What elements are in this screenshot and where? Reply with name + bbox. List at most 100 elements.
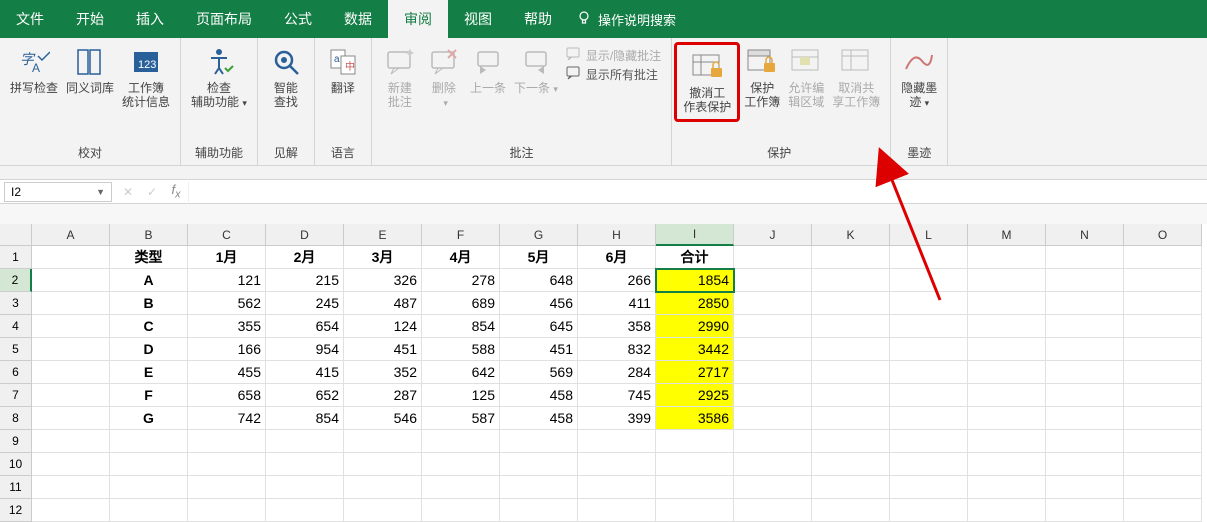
column-header-E[interactable]: E <box>344 224 422 246</box>
cell-F1[interactable]: 4月 <box>422 246 500 269</box>
cell-J2[interactable] <box>734 269 812 292</box>
tell-me-search[interactable]: 操作说明搜索 <box>576 10 676 29</box>
cell-I4[interactable]: 2990 <box>656 315 734 338</box>
cell-N2[interactable] <box>1046 269 1124 292</box>
cell-K4[interactable] <box>812 315 890 338</box>
cell-I8[interactable]: 3586 <box>656 407 734 430</box>
cell-C7[interactable]: 658 <box>188 384 266 407</box>
column-header-O[interactable]: O <box>1124 224 1202 246</box>
cell-N11[interactable] <box>1046 476 1124 499</box>
cell-K10[interactable] <box>812 453 890 476</box>
cell-A3[interactable] <box>32 292 110 315</box>
cell-L8[interactable] <box>890 407 968 430</box>
cell-H11[interactable] <box>578 476 656 499</box>
cell-E5[interactable]: 451 <box>344 338 422 361</box>
cell-B3[interactable]: B <box>110 292 188 315</box>
row-header-9[interactable]: 9 <box>0 430 32 453</box>
cell-F3[interactable]: 689 <box>422 292 500 315</box>
cell-E8[interactable]: 546 <box>344 407 422 430</box>
column-header-J[interactable]: J <box>734 224 812 246</box>
tab-file[interactable]: 文件 <box>0 0 60 38</box>
cell-D12[interactable] <box>266 499 344 522</box>
cell-D11[interactable] <box>266 476 344 499</box>
cell-B1[interactable]: 类型 <box>110 246 188 269</box>
column-header-H[interactable]: H <box>578 224 656 246</box>
cell-K2[interactable] <box>812 269 890 292</box>
cell-B5[interactable]: D <box>110 338 188 361</box>
cell-C12[interactable] <box>188 499 266 522</box>
cell-L4[interactable] <box>890 315 968 338</box>
protect-workbook-button[interactable]: 保护工作簿 <box>740 42 784 112</box>
cell-M9[interactable] <box>968 430 1046 453</box>
row-header-2[interactable]: 2 <box>0 269 32 292</box>
cell-M4[interactable] <box>968 315 1046 338</box>
cell-G11[interactable] <box>500 476 578 499</box>
cell-K8[interactable] <box>812 407 890 430</box>
cell-A9[interactable] <box>32 430 110 453</box>
cell-L12[interactable] <box>890 499 968 522</box>
cell-O3[interactable] <box>1124 292 1202 315</box>
row-header-5[interactable]: 5 <box>0 338 32 361</box>
show-all-comments-button[interactable]: 显示所有批注 <box>562 65 665 84</box>
row-header-1[interactable]: 1 <box>0 246 32 269</box>
cell-F5[interactable]: 588 <box>422 338 500 361</box>
cell-K9[interactable] <box>812 430 890 453</box>
cell-G5[interactable]: 451 <box>500 338 578 361</box>
workbook-stats-button[interactable]: 123 工作簿统计信息 <box>118 42 174 112</box>
cell-F4[interactable]: 854 <box>422 315 500 338</box>
smart-lookup-button[interactable]: 智能查找 <box>264 42 308 112</box>
cell-B6[interactable]: E <box>110 361 188 384</box>
cell-I6[interactable]: 2717 <box>656 361 734 384</box>
cell-L6[interactable] <box>890 361 968 384</box>
cell-A7[interactable] <box>32 384 110 407</box>
cell-A10[interactable] <box>32 453 110 476</box>
cell-N10[interactable] <box>1046 453 1124 476</box>
cell-F11[interactable] <box>422 476 500 499</box>
cell-I11[interactable] <box>656 476 734 499</box>
cell-J10[interactable] <box>734 453 812 476</box>
cell-K3[interactable] <box>812 292 890 315</box>
cell-E4[interactable]: 124 <box>344 315 422 338</box>
cell-N6[interactable] <box>1046 361 1124 384</box>
cell-K7[interactable] <box>812 384 890 407</box>
cell-E2[interactable]: 326 <box>344 269 422 292</box>
cell-D4[interactable]: 654 <box>266 315 344 338</box>
cell-A11[interactable] <box>32 476 110 499</box>
cell-L1[interactable] <box>890 246 968 269</box>
cell-D7[interactable]: 652 <box>266 384 344 407</box>
cell-M10[interactable] <box>968 453 1046 476</box>
cell-J11[interactable] <box>734 476 812 499</box>
cell-L11[interactable] <box>890 476 968 499</box>
cell-G8[interactable]: 458 <box>500 407 578 430</box>
cell-O1[interactable] <box>1124 246 1202 269</box>
cell-E6[interactable]: 352 <box>344 361 422 384</box>
cell-I12[interactable] <box>656 499 734 522</box>
cell-I2[interactable]: 1854 <box>656 269 734 292</box>
cell-O7[interactable] <box>1124 384 1202 407</box>
cell-B11[interactable] <box>110 476 188 499</box>
cell-O12[interactable] <box>1124 499 1202 522</box>
cell-A6[interactable] <box>32 361 110 384</box>
cell-M6[interactable] <box>968 361 1046 384</box>
cell-J4[interactable] <box>734 315 812 338</box>
cell-F12[interactable] <box>422 499 500 522</box>
cell-G10[interactable] <box>500 453 578 476</box>
cell-K6[interactable] <box>812 361 890 384</box>
cell-E7[interactable]: 287 <box>344 384 422 407</box>
spelling-button[interactable]: 字A 拼写检查 <box>6 42 62 98</box>
cell-C6[interactable]: 455 <box>188 361 266 384</box>
column-header-F[interactable]: F <box>422 224 500 246</box>
cell-N8[interactable] <box>1046 407 1124 430</box>
cell-D10[interactable] <box>266 453 344 476</box>
cell-M2[interactable] <box>968 269 1046 292</box>
cell-J8[interactable] <box>734 407 812 430</box>
cell-H7[interactable]: 745 <box>578 384 656 407</box>
cell-B10[interactable] <box>110 453 188 476</box>
cell-C11[interactable] <box>188 476 266 499</box>
cell-A2[interactable] <box>32 269 110 292</box>
hide-ink-button[interactable]: 隐藏墨迹 ▾ <box>897 42 941 112</box>
cell-A8[interactable] <box>32 407 110 430</box>
cell-A5[interactable] <box>32 338 110 361</box>
cell-N3[interactable] <box>1046 292 1124 315</box>
cell-N7[interactable] <box>1046 384 1124 407</box>
